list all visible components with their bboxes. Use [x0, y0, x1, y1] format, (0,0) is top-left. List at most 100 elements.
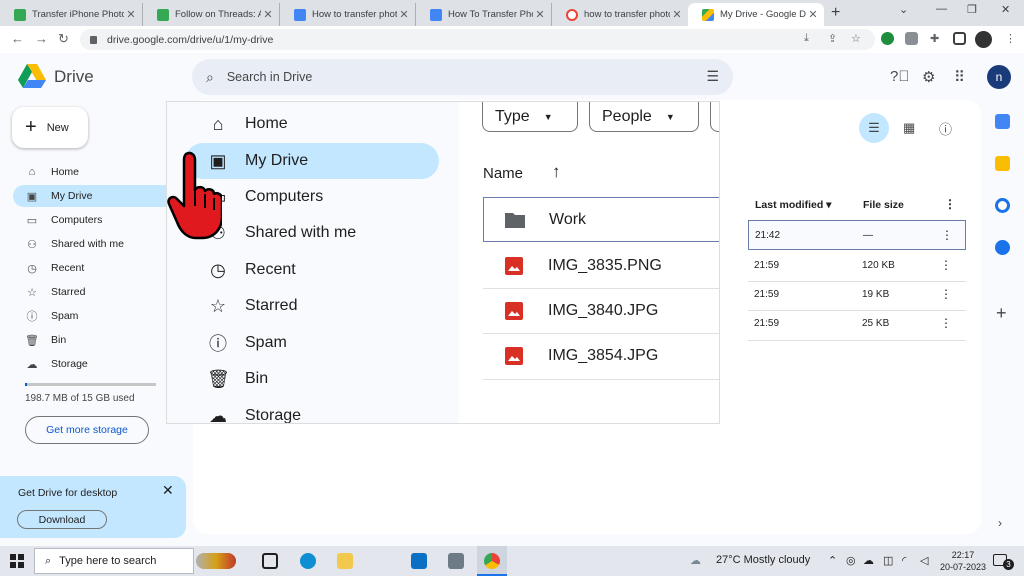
network-icon[interactable]: ◫	[883, 554, 893, 567]
table-row[interactable]: 21:59 120 KB ⋮	[748, 251, 966, 281]
people-filter-chip[interactable]: People ▼	[589, 102, 699, 132]
calendar-icon[interactable]	[995, 114, 1010, 129]
add-addon-icon[interactable]: +	[996, 303, 1007, 324]
zoom-item-spam[interactable]: ⓘ Spam	[185, 325, 439, 361]
more-filter-chip[interactable]	[710, 102, 719, 132]
wifi-icon[interactable]: ◜	[902, 554, 906, 567]
task-view-icon[interactable]	[262, 553, 278, 569]
type-filter-chip[interactable]: Type ▼	[482, 102, 578, 132]
download-button[interactable]: Download	[17, 510, 107, 529]
close-tab-icon[interactable]: ✕	[261, 8, 275, 21]
grid-view-icon[interactable]: ▦	[903, 120, 915, 136]
sidebar-item-starred[interactable]: ☆ Starred	[13, 281, 178, 303]
sidebar-item-computers[interactable]: ▭ Computers	[13, 209, 178, 231]
restore-icon[interactable]: ❐	[967, 3, 977, 16]
sort-arrow-up-icon[interactable]: ↑	[552, 162, 561, 182]
file-row[interactable]: IMG_3854.JPG	[483, 333, 719, 378]
get-more-storage-button[interactable]: Get more storage	[25, 416, 149, 444]
zoom-item-bin[interactable]: 🗑 Bin	[185, 361, 439, 397]
close-icon[interactable]: ✕	[162, 482, 174, 499]
zoom-item-starred[interactable]: ☆ Starred	[185, 288, 439, 324]
file-row[interactable]: IMG_3835.PNG	[483, 243, 719, 288]
browser-tab[interactable]: Follow on Threads: Ar ✕	[143, 3, 280, 26]
chevron-right-icon[interactable]: ›	[998, 516, 1002, 530]
table-row[interactable]: 21:59 25 KB ⋮	[748, 309, 966, 339]
browser-tab[interactable]: How to transfer photo ✕	[280, 3, 416, 26]
extensions-puzzle-icon[interactable]: ✚	[930, 32, 939, 45]
address-bar[interactable]: drive.google.com/drive/u/1/my-drive	[80, 29, 875, 50]
zoom-item-home[interactable]: ⌂ Home	[185, 106, 439, 142]
weather-text[interactable]: 27°C Mostly cloudy	[716, 554, 810, 566]
column-file-size[interactable]: File size	[863, 199, 904, 211]
row-more-icon[interactable]: ⋮	[940, 258, 952, 272]
reload-icon[interactable]: ↻	[58, 31, 69, 47]
extension-grammarly-icon[interactable]	[881, 32, 894, 45]
table-row[interactable]: 21:59 19 KB ⋮	[748, 280, 966, 310]
new-button[interactable]: + New	[12, 107, 88, 148]
close-tab-icon[interactable]: ✕	[670, 8, 684, 21]
tab-search-icon[interactable]: ⌄	[899, 3, 908, 16]
search-icon[interactable]: ⌕	[206, 69, 214, 86]
minimize-icon[interactable]: —	[936, 3, 947, 15]
close-tab-icon[interactable]: ✕	[397, 8, 411, 21]
sidebar-item-spam[interactable]: ⓘ Spam	[13, 305, 178, 327]
edge-icon[interactable]	[300, 553, 316, 569]
extension-screenshot-icon[interactable]	[905, 32, 918, 45]
row-more-icon[interactable]: ⋮	[940, 316, 952, 330]
side-panel-icon[interactable]	[953, 32, 966, 45]
zoom-item-recent[interactable]: ◷ Recent	[185, 252, 439, 288]
column-options-icon[interactable]: ⋮	[944, 197, 956, 211]
close-tab-icon[interactable]: ✕	[806, 8, 820, 21]
tasks-icon[interactable]	[995, 198, 1010, 213]
sidebar-item-my-drive[interactable]: ▣ My Drive	[13, 185, 178, 207]
tray-chevron-icon[interactable]: ⌃	[828, 554, 837, 567]
search-options-icon[interactable]: ☰	[706, 68, 719, 85]
row-more-icon[interactable]: ⋮	[940, 287, 952, 301]
help-icon[interactable]: ?⃝	[890, 68, 910, 85]
browser-tab[interactable]: how to transfer photo ✕	[552, 3, 688, 26]
sidebar-item-storage[interactable]: ☁ Storage	[13, 353, 178, 375]
row-more-icon[interactable]: ⋮	[941, 228, 953, 242]
zoom-item-computers[interactable]: ▭ Computers	[185, 179, 439, 215]
sidebar-item-bin[interactable]: 🗑 Bin	[13, 329, 178, 351]
name-column-header[interactable]: Name	[483, 165, 523, 182]
app-icon[interactable]	[448, 553, 464, 569]
file-row-folder[interactable]: Work	[483, 197, 719, 242]
file-row[interactable]: IMG_3840.JPG	[483, 288, 719, 333]
sidebar-item-home[interactable]: ⌂ Home	[13, 161, 178, 183]
bookmark-star-icon[interactable]: ☆	[851, 32, 861, 45]
table-row[interactable]: 21:42 — ⋮	[748, 220, 966, 250]
drive-brand[interactable]: Drive	[54, 67, 94, 87]
browser-tab[interactable]: How To Transfer Photo ✕	[416, 3, 552, 26]
windows-start-icon[interactable]	[10, 554, 24, 568]
onedrive-icon[interactable]: ☁	[863, 554, 874, 567]
back-icon[interactable]: ←	[11, 31, 24, 46]
column-last-modified[interactable]: Last modified ▾	[755, 199, 831, 211]
contacts-icon[interactable]	[995, 240, 1010, 255]
apps-grid-icon[interactable]: ⠿	[954, 68, 965, 86]
taskbar-search[interactable]: ⌕ Type here to search	[34, 548, 194, 574]
close-tab-icon[interactable]: ✕	[124, 8, 138, 21]
settings-gear-icon[interactable]: ⚙	[922, 68, 935, 86]
drive-search-bar[interactable]: ⌕ Search in Drive ☰	[192, 59, 733, 95]
install-icon[interactable]: ⤓	[804, 32, 809, 45]
new-tab-button[interactable]: +	[831, 4, 840, 22]
details-info-icon[interactable]: ⓘ	[939, 119, 952, 138]
tray-app-icon[interactable]: ◎	[846, 554, 856, 567]
zoom-item-shared-with-me[interactable]: ⚇ Shared with me	[185, 215, 439, 251]
chrome-taskbar-button[interactable]	[477, 546, 507, 576]
zoom-item-storage[interactable]: ☁ Storage	[185, 398, 439, 424]
browser-menu-icon[interactable]: ⋮	[1005, 32, 1016, 45]
share-icon[interactable]: ⇪	[828, 32, 837, 45]
sidebar-item-recent[interactable]: ◷ Recent	[13, 257, 178, 279]
account-avatar[interactable]: n	[987, 65, 1011, 89]
mail-icon[interactable]	[411, 553, 427, 569]
close-window-icon[interactable]: ✕	[1001, 3, 1010, 16]
sidebar-item-shared-with-me[interactable]: ⚇ Shared with me	[13, 233, 178, 255]
browser-profile-avatar[interactable]	[975, 31, 992, 48]
volume-icon[interactable]: ◁	[920, 554, 928, 567]
list-view-icon[interactable]: ☰	[859, 113, 889, 143]
browser-tab-active[interactable]: My Drive - Google Dri ✕	[688, 3, 824, 26]
zoom-item-my-drive[interactable]: ▣ My Drive	[185, 143, 439, 179]
close-tab-icon[interactable]: ✕	[533, 8, 547, 21]
